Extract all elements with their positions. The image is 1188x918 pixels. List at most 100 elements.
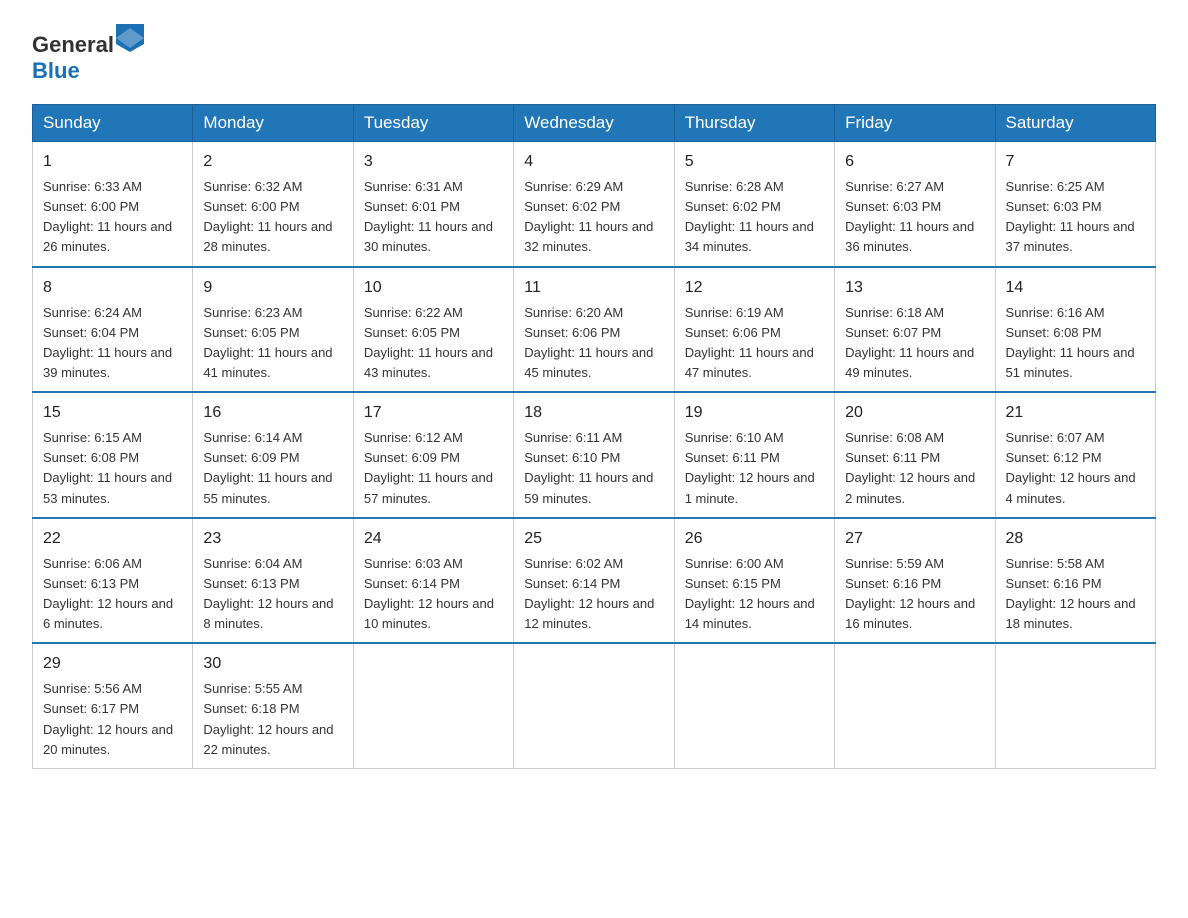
calendar-table: SundayMondayTuesdayWednesdayThursdayFrid… xyxy=(32,104,1156,769)
logo-blue: Blue xyxy=(32,58,80,83)
col-header-wednesday: Wednesday xyxy=(514,105,674,142)
day-number: 3 xyxy=(364,150,503,174)
calendar-week-row: 15 Sunrise: 6:15 AMSunset: 6:08 PMDayligh… xyxy=(33,392,1156,518)
calendar-week-row: 8 Sunrise: 6:24 AMSunset: 6:04 PMDaylight… xyxy=(33,267,1156,393)
day-info: Sunrise: 5:56 AMSunset: 6:17 PMDaylight:… xyxy=(43,679,182,760)
day-info: Sunrise: 6:08 AMSunset: 6:11 PMDaylight:… xyxy=(845,428,984,509)
day-info: Sunrise: 6:18 AMSunset: 6:07 PMDaylight:… xyxy=(845,303,984,384)
calendar-cell: 1Sunrise: 6:33 AMSunset: 6:00 PMDaylight… xyxy=(33,142,193,267)
day-info: Sunrise: 6:12 AMSunset: 6:09 PMDaylight:… xyxy=(364,428,503,509)
day-number: 27 xyxy=(845,527,984,551)
day-number: 26 xyxy=(685,527,824,551)
calendar-cell: 2 Sunrise: 6:32 AMSunset: 6:00 PMDaylight… xyxy=(193,142,353,267)
calendar-cell: 21 Sunrise: 6:07 AMSunset: 6:12 PMDayligh… xyxy=(995,392,1155,518)
calendar-cell: 8 Sunrise: 6:24 AMSunset: 6:04 PMDaylight… xyxy=(33,267,193,393)
day-info: Sunrise: 5:58 AMSunset: 6:16 PMDaylight:… xyxy=(1006,554,1145,635)
calendar-cell: 4 Sunrise: 6:29 AMSunset: 6:02 PMDaylight… xyxy=(514,142,674,267)
day-info: Sunrise: 6:02 AMSunset: 6:14 PMDaylight:… xyxy=(524,554,663,635)
calendar-cell: 7 Sunrise: 6:25 AMSunset: 6:03 PMDaylight… xyxy=(995,142,1155,267)
day-number: 21 xyxy=(1006,401,1145,425)
day-info: Sunrise: 6:20 AMSunset: 6:06 PMDaylight:… xyxy=(524,303,663,384)
day-number: 22 xyxy=(43,527,182,551)
day-number: 23 xyxy=(203,527,342,551)
calendar-cell: 24 Sunrise: 6:03 AMSunset: 6:14 PMDayligh… xyxy=(353,518,513,644)
day-info: Sunrise: 6:11 AMSunset: 6:10 PMDaylight:… xyxy=(524,428,663,509)
calendar-cell: 14 Sunrise: 6:16 AMSunset: 6:08 PMDayligh… xyxy=(995,267,1155,393)
day-number: 8 xyxy=(43,276,182,300)
day-number: 28 xyxy=(1006,527,1145,551)
day-info: Sunrise: 6:25 AMSunset: 6:03 PMDaylight:… xyxy=(1006,177,1145,258)
calendar-week-row: 22 Sunrise: 6:06 AMSunset: 6:13 PMDayligh… xyxy=(33,518,1156,644)
col-header-saturday: Saturday xyxy=(995,105,1155,142)
day-info: Sunrise: 6:16 AMSunset: 6:08 PMDaylight:… xyxy=(1006,303,1145,384)
calendar-cell: 29 Sunrise: 5:56 AMSunset: 6:17 PMDayligh… xyxy=(33,643,193,768)
day-info: Sunrise: 6:19 AMSunset: 6:06 PMDaylight:… xyxy=(685,303,824,384)
calendar-cell: 28 Sunrise: 5:58 AMSunset: 6:16 PMDayligh… xyxy=(995,518,1155,644)
logo-general: General xyxy=(32,32,114,57)
calendar-cell: 6 Sunrise: 6:27 AMSunset: 6:03 PMDaylight… xyxy=(835,142,995,267)
calendar-cell: 5 Sunrise: 6:28 AMSunset: 6:02 PMDaylight… xyxy=(674,142,834,267)
calendar-cell: 30Sunrise: 5:55 AMSunset: 6:18 PMDayligh… xyxy=(193,643,353,768)
day-number: 2 xyxy=(203,150,342,174)
col-header-friday: Friday xyxy=(835,105,995,142)
page-header: General Blue xyxy=(32,24,1156,84)
calendar-week-row: 29 Sunrise: 5:56 AMSunset: 6:17 PMDayligh… xyxy=(33,643,1156,768)
calendar-cell: 12Sunrise: 6:19 AMSunset: 6:06 PMDayligh… xyxy=(674,267,834,393)
calendar-cell: 26 Sunrise: 6:00 AMSunset: 6:15 PMDayligh… xyxy=(674,518,834,644)
day-info: Sunrise: 6:07 AMSunset: 6:12 PMDaylight:… xyxy=(1006,428,1145,509)
day-info: Sunrise: 6:24 AMSunset: 6:04 PMDaylight:… xyxy=(43,303,182,384)
col-header-sunday: Sunday xyxy=(33,105,193,142)
calendar-cell: 10 Sunrise: 6:22 AMSunset: 6:05 PMDayligh… xyxy=(353,267,513,393)
calendar-cell: 18 Sunrise: 6:11 AMSunset: 6:10 PMDayligh… xyxy=(514,392,674,518)
day-number: 6 xyxy=(845,150,984,174)
day-number: 14 xyxy=(1006,276,1145,300)
day-number: 24 xyxy=(364,527,503,551)
day-info: Sunrise: 5:59 AMSunset: 6:16 PMDaylight:… xyxy=(845,554,984,635)
calendar-cell xyxy=(995,643,1155,768)
day-number: 9 xyxy=(203,276,342,300)
logo-text: General Blue xyxy=(32,24,144,84)
day-info: Sunrise: 6:33 AMSunset: 6:00 PMDaylight:… xyxy=(43,177,182,258)
day-number: 17 xyxy=(364,401,503,425)
calendar-cell: 11 Sunrise: 6:20 AMSunset: 6:06 PMDayligh… xyxy=(514,267,674,393)
day-info: Sunrise: 6:00 AMSunset: 6:15 PMDaylight:… xyxy=(685,554,824,635)
calendar-cell: 25 Sunrise: 6:02 AMSunset: 6:14 PMDayligh… xyxy=(514,518,674,644)
day-number: 11 xyxy=(524,276,663,300)
day-info: Sunrise: 6:03 AMSunset: 6:14 PMDaylight:… xyxy=(364,554,503,635)
day-info: Sunrise: 6:28 AMSunset: 6:02 PMDaylight:… xyxy=(685,177,824,258)
day-number: 25 xyxy=(524,527,663,551)
col-header-monday: Monday xyxy=(193,105,353,142)
calendar-cell: 20Sunrise: 6:08 AMSunset: 6:11 PMDayligh… xyxy=(835,392,995,518)
day-info: Sunrise: 6:31 AMSunset: 6:01 PMDaylight:… xyxy=(364,177,503,258)
calendar-cell: 27 Sunrise: 5:59 AMSunset: 6:16 PMDayligh… xyxy=(835,518,995,644)
calendar-cell: 16 Sunrise: 6:14 AMSunset: 6:09 PMDayligh… xyxy=(193,392,353,518)
day-info: Sunrise: 6:32 AMSunset: 6:00 PMDaylight:… xyxy=(203,177,342,258)
day-number: 16 xyxy=(203,401,342,425)
calendar-cell: 15 Sunrise: 6:15 AMSunset: 6:08 PMDayligh… xyxy=(33,392,193,518)
day-info: Sunrise: 6:04 AMSunset: 6:13 PMDaylight:… xyxy=(203,554,342,635)
col-header-thursday: Thursday xyxy=(674,105,834,142)
calendar-cell: 22 Sunrise: 6:06 AMSunset: 6:13 PMDayligh… xyxy=(33,518,193,644)
col-header-tuesday: Tuesday xyxy=(353,105,513,142)
day-info: Sunrise: 6:29 AMSunset: 6:02 PMDaylight:… xyxy=(524,177,663,258)
day-number: 15 xyxy=(43,401,182,425)
day-number: 18 xyxy=(524,401,663,425)
day-number: 13 xyxy=(845,276,984,300)
calendar-cell: 23 Sunrise: 6:04 AMSunset: 6:13 PMDayligh… xyxy=(193,518,353,644)
calendar-cell xyxy=(674,643,834,768)
day-info: Sunrise: 6:06 AMSunset: 6:13 PMDaylight:… xyxy=(43,554,182,635)
day-info: Sunrise: 6:27 AMSunset: 6:03 PMDaylight:… xyxy=(845,177,984,258)
calendar-cell: 13 Sunrise: 6:18 AMSunset: 6:07 PMDayligh… xyxy=(835,267,995,393)
day-info: Sunrise: 6:22 AMSunset: 6:05 PMDaylight:… xyxy=(364,303,503,384)
day-number: 7 xyxy=(1006,150,1145,174)
day-number: 10 xyxy=(364,276,503,300)
day-number: 29 xyxy=(43,652,182,676)
day-number: 19 xyxy=(685,401,824,425)
day-number: 4 xyxy=(524,150,663,174)
calendar-header-row: SundayMondayTuesdayWednesdayThursdayFrid… xyxy=(33,105,1156,142)
day-info: Sunrise: 6:15 AMSunset: 6:08 PMDaylight:… xyxy=(43,428,182,509)
calendar-cell xyxy=(514,643,674,768)
day-info: Sunrise: 6:14 AMSunset: 6:09 PMDaylight:… xyxy=(203,428,342,509)
day-number: 5 xyxy=(685,150,824,174)
calendar-cell xyxy=(835,643,995,768)
